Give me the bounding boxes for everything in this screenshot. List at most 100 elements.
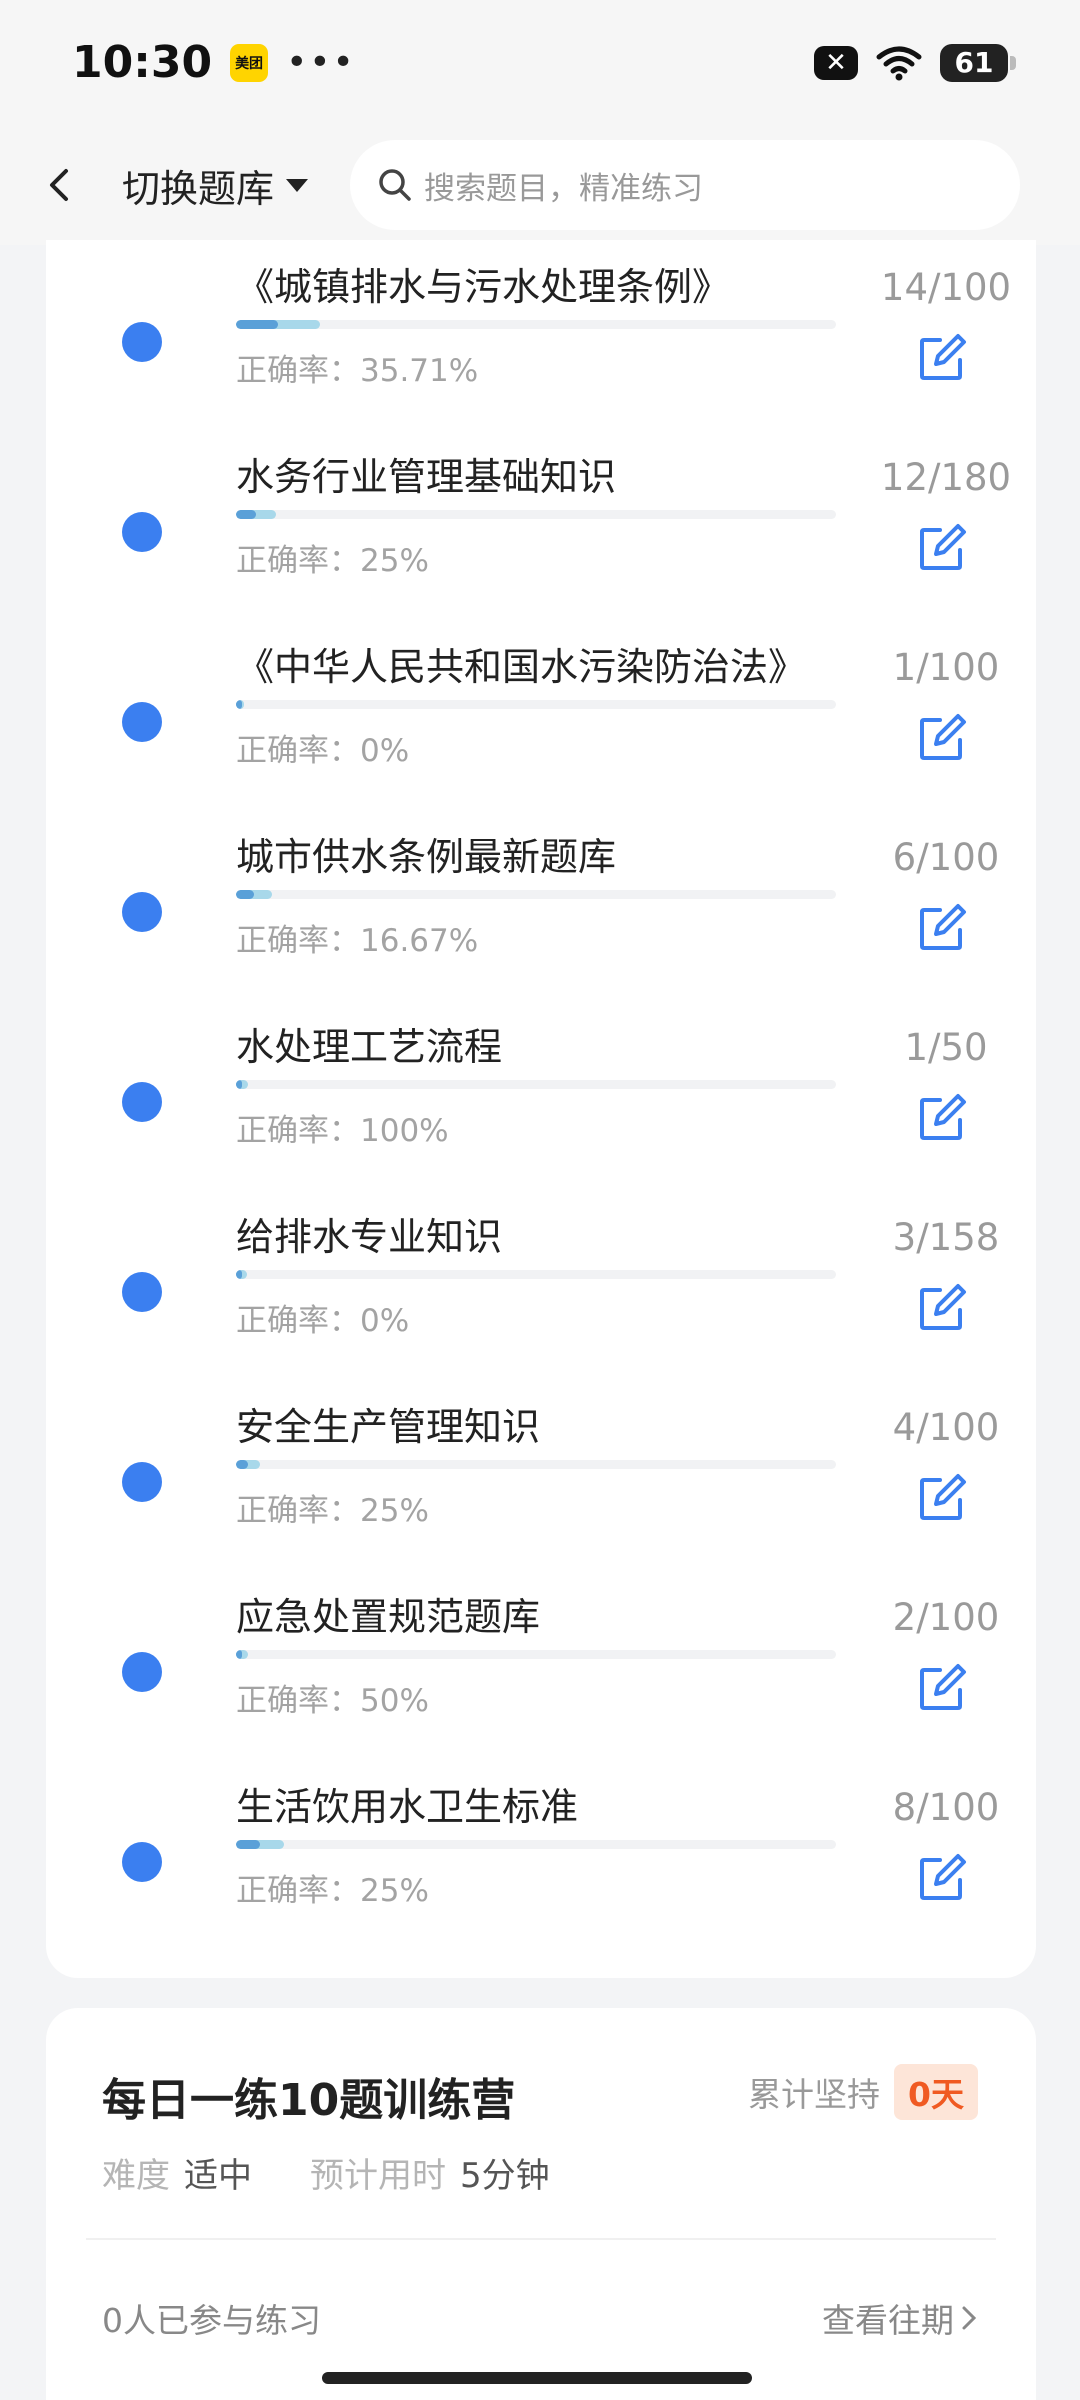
item-title: 水务行业管理基础知识: [236, 455, 617, 499]
progress-count: 14/100: [880, 266, 1012, 309]
progress-fill-dark: [236, 1080, 242, 1089]
progress-count: 6/100: [892, 836, 1000, 879]
item-title: 城市供水条例最新题库: [236, 835, 617, 879]
question-bank-item[interactable]: 生活饮用水卫生标准正确率：25% 8/100: [46, 1760, 1036, 1950]
progress-count: 12/180: [880, 456, 1012, 499]
more-notifications-icon: •••: [286, 42, 356, 83]
status-dot-icon: [122, 512, 162, 552]
home-indicator: [322, 2372, 752, 2384]
chevron-right-icon: [962, 2306, 977, 2330]
progress-bar: [236, 1270, 836, 1279]
progress-count: 1/50: [904, 1026, 988, 1069]
accuracy-rate: 正确率：35.71%: [236, 353, 479, 389]
question-bank-list: 《城镇排水与污水处理条例》 正确率：35.71% 14/100 水务行业管理基础知识正…: [46, 240, 1036, 1978]
view-past-link[interactable]: 查看往期: [822, 2294, 978, 2342]
question-bank-item[interactable]: 水务行业管理基础知识正确率：25% 12/180: [46, 430, 1036, 620]
progress-bar: [236, 1080, 836, 1089]
accuracy-rate: 正确率：16.67%: [236, 923, 479, 959]
status-dot-icon: [122, 322, 162, 362]
edit-practice-icon[interactable]: [914, 1850, 970, 1906]
difficulty-value: 适中: [184, 2156, 252, 2196]
streak: 累计坚持 0天: [748, 2064, 978, 2120]
search-input[interactable]: 搜索题目，精准练习: [350, 140, 1021, 230]
question-bank-item[interactable]: 水处理工艺流程正确率：100% 1/50: [46, 1000, 1036, 1190]
progress-fill-dark: [236, 1650, 242, 1659]
question-bank-item[interactable]: 《中华人民共和国水污染防治法》正确率：0% 1/100: [46, 620, 1036, 810]
edit-practice-icon[interactable]: [914, 1660, 970, 1716]
question-bank-item[interactable]: 给排水专业知识正确率：0% 3/158: [46, 1190, 1036, 1380]
search-icon: [379, 169, 411, 201]
progress-bar: [236, 890, 836, 899]
item-title: 水处理工艺流程: [236, 1025, 503, 1069]
question-bank-item[interactable]: 城市供水条例最新题库正确率：16.67% 6/100: [46, 810, 1036, 1000]
item-title: 给排水专业知识: [236, 1215, 503, 1259]
top-header: 切换题库 搜索题目，精准练习: [0, 125, 1080, 245]
item-title: 安全生产管理知识: [236, 1405, 541, 1449]
edit-practice-icon[interactable]: [914, 710, 970, 766]
progress-bar: [236, 1650, 836, 1659]
battery-icon: 61: [940, 43, 1016, 82]
accuracy-rate: 正确率：0%: [236, 733, 410, 769]
item-title: 生活饮用水卫生标准: [236, 1785, 579, 1829]
progress-bar: [236, 700, 836, 709]
close-badge-icon: ✕: [814, 45, 858, 80]
participants-count: 0人已参与练习: [102, 2301, 321, 2340]
progress-fill-dark: [236, 1840, 260, 1849]
status-dot-icon: [122, 1272, 162, 1312]
progress-fill-dark: [236, 320, 278, 329]
accuracy-rate: 正确率：50%: [236, 1683, 429, 1719]
caret-down-icon: [286, 179, 309, 192]
status-left: 10:30 美团 •••: [72, 37, 356, 88]
status-dot-icon: [122, 1462, 162, 1502]
accuracy-rate: 正确率：0%: [236, 1303, 410, 1339]
accuracy-rate: 正确率：25%: [236, 543, 429, 579]
status-dot-icon: [122, 702, 162, 742]
status-dot-icon: [122, 1082, 162, 1122]
accuracy-rate: 正确率：100%: [236, 1113, 449, 1149]
accuracy-rate: 正确率：25%: [236, 1873, 429, 1909]
edit-practice-icon[interactable]: [914, 330, 970, 386]
wifi-icon: [876, 46, 922, 80]
status-dot-icon: [122, 1842, 162, 1882]
view-past-label: 查看往期: [822, 2301, 954, 2340]
question-bank-item[interactable]: 应急处置规范题库 正确率：50% 2/100: [46, 1570, 1036, 1760]
progress-bar: [236, 1840, 836, 1849]
progress-count: 4/100: [892, 1406, 1000, 1449]
edit-practice-icon[interactable]: [914, 520, 970, 576]
edit-practice-icon[interactable]: [914, 1090, 970, 1146]
progress-bar: [236, 1460, 836, 1469]
item-title: 《中华人民共和国水污染防治法》: [236, 645, 807, 689]
question-bank-item[interactable]: 《城镇排水与污水处理条例》正确率：35.71% 14/100: [46, 240, 1036, 430]
item-title: 应急处置规范题库: [236, 1595, 541, 1639]
progress-bar: [236, 320, 836, 329]
daily-practice-card[interactable]: 每日一练10题训练营 累计坚持 0天 难度 适中 预计用时 5分钟 0人已参与练…: [46, 2008, 1036, 2400]
daily-title: 每日一练10题训练营: [102, 2075, 516, 2126]
search-placeholder: 搜索题目，精准练习: [424, 170, 704, 207]
progress-fill-dark: [236, 890, 254, 899]
progress-count: 1/100: [892, 646, 1000, 689]
difficulty-label: 难度: [102, 2156, 170, 2196]
question-bank-item[interactable]: 安全生产管理知识正确率：25% 4/100: [46, 1380, 1036, 1570]
edit-practice-icon[interactable]: [914, 900, 970, 956]
time-value: 5分钟: [460, 2156, 550, 2196]
streak-label: 累计坚持: [748, 2075, 881, 2114]
progress-count: 8/100: [892, 1786, 1000, 1829]
progress-fill-dark: [236, 510, 256, 519]
status-dot-icon: [122, 1652, 162, 1692]
daily-meta: 难度 适中 预计用时 5分钟: [102, 2148, 608, 2197]
meituan-icon: 美团: [230, 43, 269, 82]
streak-badge: 0天: [894, 2064, 978, 2120]
status-dot-icon: [122, 892, 162, 932]
switch-bank-label: 切换题库: [122, 166, 275, 211]
progress-fill-dark: [236, 700, 242, 709]
edit-practice-icon[interactable]: [914, 1470, 970, 1526]
item-title: 《城镇排水与污水处理条例》: [236, 265, 731, 309]
switch-bank-dropdown[interactable]: 切换题库: [122, 158, 310, 213]
back-arrow-icon[interactable]: [40, 165, 80, 205]
accuracy-rate: 正确率：25%: [236, 1493, 429, 1529]
edit-practice-icon[interactable]: [914, 1280, 970, 1336]
progress-bar: [236, 510, 836, 519]
time-label: 预计用时: [310, 2156, 446, 2196]
progress-fill-dark: [236, 1460, 248, 1469]
progress-count: 3/158: [892, 1216, 1000, 1259]
